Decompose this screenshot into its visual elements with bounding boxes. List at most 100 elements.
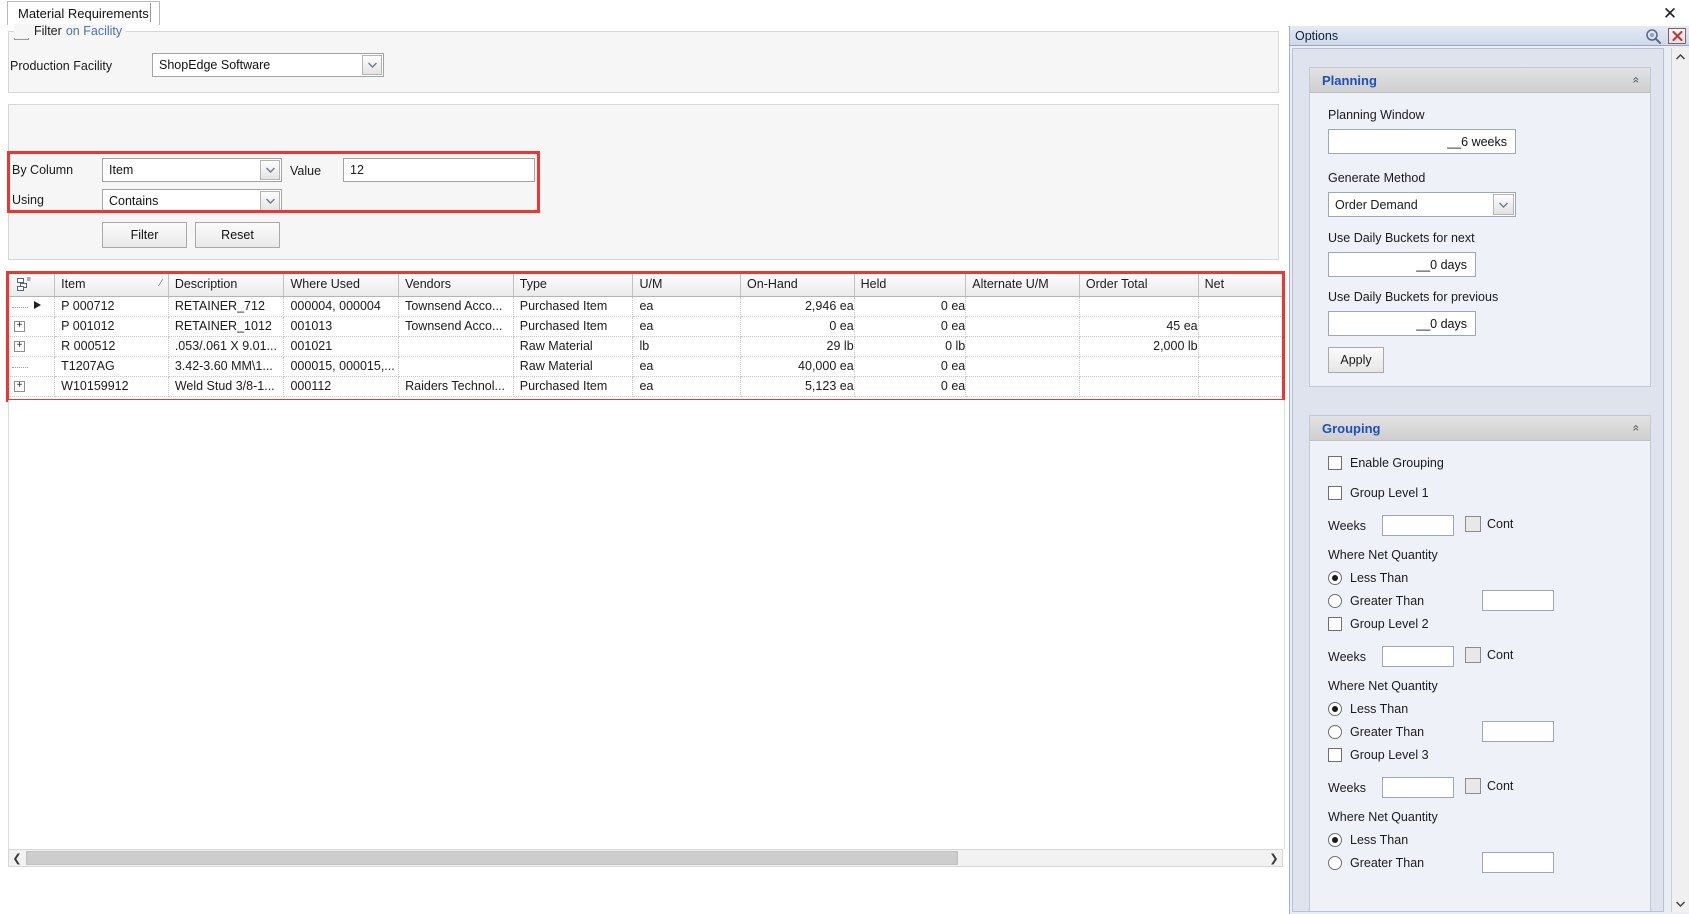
grid-header-on-hand[interactable]: On-Hand [740,273,855,297]
grid-cell-on-hand[interactable]: 40,000 ea [740,356,855,377]
using-select[interactable]: Contains [102,189,282,213]
grid-header-type[interactable]: Type [513,273,634,297]
group-level-3-less-than-radio[interactable]: Less Than [1328,833,1408,847]
options-vertical-scrollbar[interactable] [1671,48,1689,912]
grid-cell-on-hand[interactable]: 29 lb [740,336,855,357]
generate-method-select[interactable]: Order Demand [1328,192,1516,217]
row-indicator-cell[interactable] [8,296,56,317]
planning-section-header[interactable]: Planning « [1310,68,1650,93]
chevron-down-icon[interactable] [260,191,280,211]
grid-cell-item[interactable]: P 000712 [54,296,169,317]
group-level-3-greater-than-radio[interactable]: Greater Than [1328,856,1424,870]
grid-cell-vendors[interactable] [398,336,514,357]
tab-material-requirements[interactable]: Material Requirements [7,1,160,25]
group-level-3-value-input[interactable] [1482,852,1554,873]
grid-cell-on-hand[interactable]: 0 ea [740,316,855,337]
grid-cell-um[interactable]: ea [632,376,742,397]
row-indicator-cell[interactable]: + [8,336,56,357]
by-column-select[interactable]: Item [102,158,282,182]
grid-cell-description[interactable]: RETAINER_712 [168,296,285,317]
grid-cell-alternate-um[interactable] [965,336,1080,357]
row-indicator-cell[interactable]: + [8,316,56,337]
grid-cell-net[interactable]: 2,946 [1198,296,1283,317]
chevron-down-icon[interactable] [1493,194,1514,215]
table-row[interactable]: + R 000512.053/.061 X 9.01... 001021 Raw Ma… [8,336,1283,357]
row-indicator-cell[interactable] [8,356,56,377]
grid-cell-where-used[interactable]: 000112 [283,376,400,397]
grid-cell-alternate-um[interactable] [965,316,1080,337]
group-level-1-less-than-radio[interactable]: Less Than [1328,571,1408,585]
pin-icon[interactable] [1645,28,1662,44]
grid-cell-held[interactable]: 0 lb [854,336,967,357]
reset-button[interactable]: Reset [195,222,280,248]
grid-cell-held[interactable]: 0 ea [854,356,967,377]
grid-header-held[interactable]: Held [854,273,967,297]
grid-cell-type[interactable]: Purchased Item [513,316,634,337]
grid-cell-order-total[interactable] [1079,376,1199,397]
grid-cell-um[interactable]: ea [632,356,742,377]
chevron-up-icon[interactable]: « [1630,425,1644,432]
grid-header-alternate-um[interactable]: Alternate U/M [965,273,1080,297]
group-level-3-cont-checkbox[interactable]: Cont [1465,778,1513,794]
chevron-down-icon[interactable] [260,160,280,180]
grid-cell-type[interactable]: Raw Material [513,356,634,377]
scrollbar-thumb[interactable] [26,851,958,865]
expand-row-icon[interactable]: + [14,320,25,332]
grid-cell-item[interactable]: T1207AG [54,356,169,377]
chevron-down-icon[interactable] [362,55,382,75]
filter-button[interactable]: Filter [102,222,187,248]
grid-header-net[interactable]: Net [1198,273,1283,297]
group-level-1-greater-than-radio[interactable]: Greater Than [1328,594,1424,608]
scroll-right-button[interactable]: ❯ [1266,850,1282,866]
group-level-1-value-input[interactable] [1482,590,1554,611]
grid-cell-description[interactable]: Weld Stud 3/8-1... [168,376,285,397]
grid-cell-on-hand[interactable]: 2,946 ea [740,296,855,317]
grid-cell-net[interactable]: 3,923 [1198,376,1283,397]
enable-grouping-checkbox[interactable]: Enable Grouping [1328,456,1444,470]
group-level-2-less-than-radio[interactable]: Less Than [1328,702,1408,716]
grid-cell-type[interactable]: Purchased Item [513,296,634,317]
scroll-up-button[interactable] [1672,48,1689,65]
daily-buckets-previous-input[interactable]: __0 days [1328,311,1476,336]
grid-cell-order-total[interactable] [1079,296,1199,317]
grid-cell-vendors[interactable]: Townsend Acco... [398,296,514,317]
grid-cell-um[interactable]: lb [632,336,742,357]
grid-cell-type[interactable]: Raw Material [513,336,634,357]
table-row[interactable]: + W10159912 Weld Stud 3/8-1... 000112 Raider… [8,376,1283,397]
grid-cell-held[interactable]: 0 ea [854,376,967,397]
group-level-2-checkbox[interactable]: Group Level 2 [1328,617,1429,631]
column-chooser-icon[interactable] [16,276,32,292]
close-icon[interactable]: ✕ [1659,3,1681,23]
grid-header-um[interactable]: U/M [632,273,742,297]
grid-cell-order-total[interactable] [1079,356,1199,377]
grid-cell-type[interactable]: Purchased Item [513,376,634,397]
grid-cell-item[interactable]: R 000512 [54,336,169,357]
grid-header-order-total[interactable]: Order Total [1079,273,1199,297]
grid-cell-item[interactable]: W10159912 [54,376,169,397]
table-row[interactable]: T1207AG 3.42-3.60 MM\1... 000015, 000015,.… [8,356,1283,377]
grid-cell-where-used[interactable]: 001013 [283,316,400,337]
expand-row-icon[interactable]: + [14,380,25,392]
chevron-up-icon[interactable]: « [1630,77,1644,84]
grid-cell-where-used[interactable]: 001021 [283,336,400,357]
grid-cell-vendors[interactable]: Townsend Acco... [398,316,514,337]
grid-cell-um[interactable]: ea [632,316,742,337]
grid-cell-vendors[interactable] [398,356,514,377]
material-requirements-grid[interactable]: Item ∕ Description Where Used Vendors Ty… [8,273,1283,400]
table-row[interactable]: P 000712 RETAINER_712 000004, 000004 Townse… [8,296,1283,317]
grid-horizontal-scrollbar[interactable]: ❮ ❯ [8,849,1283,867]
grouping-section-header[interactable]: Grouping « [1310,416,1650,441]
grid-header-where-used[interactable]: Where Used [283,273,400,297]
scroll-left-button[interactable]: ❮ [9,850,25,866]
grid-cell-net[interactable]: 40,000 [1198,356,1283,377]
grid-cell-item[interactable]: P 001012 [54,316,169,337]
grid-cell-on-hand[interactable]: 5,123 ea [740,376,855,397]
grid-header-description[interactable]: Description [168,273,285,297]
grid-cell-description[interactable]: RETAINER_1012 [168,316,285,337]
grid-cell-alternate-um[interactable] [965,356,1080,377]
grid-cell-order-total[interactable]: 45 ea [1079,316,1199,337]
filter-value-input[interactable]: 12 [343,158,535,182]
grid-cell-description[interactable]: 3.42-3.60 MM\1... [168,356,285,377]
grid-cell-held[interactable]: 0 ea [854,296,967,317]
group-level-3-weeks-input[interactable] [1382,777,1454,798]
